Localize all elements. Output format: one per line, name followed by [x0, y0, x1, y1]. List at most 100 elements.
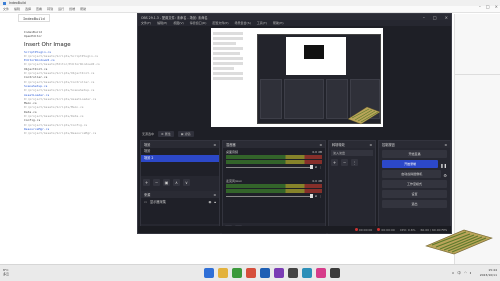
obs-titlebar: OBS 29.1.3 - 配置文件: 未命名 - 场景: 未命名 – □ × — [138, 14, 451, 20]
chevron-up-icon[interactable]: ∧ — [452, 271, 455, 276]
editor-menu-item[interactable]: 选择 — [25, 7, 31, 11]
live-dot-icon — [354, 227, 358, 231]
controls-dock-header: 控制按钮 ≡ — [379, 141, 450, 148]
remove-icon[interactable]: − — [341, 159, 348, 166]
move-up-icon[interactable]: ∧ — [173, 178, 180, 186]
app-icon[interactable] — [316, 268, 326, 278]
start-recording-button[interactable]: 开始录制 — [382, 160, 439, 168]
start-virtual-camera-button[interactable]: 启动虚拟摄像机 — [382, 170, 442, 178]
properties-button[interactable]: ⚙ 属性 — [158, 131, 174, 137]
obs-menu-help[interactable]: 帮助(H) — [273, 21, 284, 25]
editor-menu-item[interactable]: 编辑 — [14, 7, 20, 11]
speaker-icon[interactable]: 🔊︎ — [315, 194, 317, 198]
more-options-icon[interactable]: ⋮ — [351, 159, 358, 166]
editor-side-panel: – □ × — [454, 4, 500, 264]
volume-row: 🔊︎ ⋮ — [226, 194, 322, 198]
obs-menu-docks[interactable]: 停靠窗口(D) — [190, 21, 207, 25]
speaker-icon[interactable]: 🔊︎ — [315, 165, 317, 169]
close-icon[interactable]: × — [495, 4, 498, 9]
add-icon[interactable]: + — [331, 159, 338, 166]
filter-icon[interactable]: ▣ — [163, 178, 170, 186]
gear-icon: ⚙ — [161, 132, 164, 136]
windows-start-icon[interactable] — [204, 268, 214, 278]
maximize-icon[interactable]: □ — [486, 4, 490, 9]
weather-widget[interactable]: 8°C 多云 — [3, 268, 9, 276]
editor-menu-item[interactable]: 终端 — [69, 7, 75, 11]
minimize-icon[interactable]: – — [423, 15, 425, 20]
dock-menu-icon[interactable]: ≡ — [444, 143, 447, 147]
app-icon[interactable] — [302, 268, 312, 278]
browser-icon[interactable] — [246, 268, 256, 278]
editor-window-controls: – □ × — [479, 4, 498, 9]
editor-menu-item[interactable]: 查看 — [36, 7, 42, 11]
move-down-icon[interactable]: ∨ — [183, 178, 190, 186]
wifi-icon[interactable]: ◠ — [464, 271, 467, 276]
dock-menu-icon[interactable]: ≡ — [319, 143, 322, 147]
language-indicator[interactable]: 中 — [457, 271, 461, 276]
minimize-icon[interactable]: – — [479, 4, 481, 9]
more-options-icon[interactable]: ⋮ — [319, 165, 322, 169]
filter-icon: ▣ — [180, 132, 184, 136]
scene-item-selected[interactable]: 场景 2 — [141, 155, 219, 162]
filters-label: 滤镜 — [184, 132, 191, 136]
store-icon[interactable] — [260, 268, 270, 278]
obs-menu-profile[interactable]: 配置文件(P) — [212, 21, 228, 25]
add-icon[interactable]: + — [143, 178, 150, 186]
settings-button[interactable]: 设置 — [382, 190, 447, 198]
editor-menu-item[interactable]: 转到 — [47, 7, 53, 11]
sources-list: ▭ 显示器采集 ◉ 🔒︎ — [141, 198, 219, 224]
visibility-icon[interactable]: ◉ — [209, 200, 212, 204]
exit-button[interactable]: 退出 — [382, 200, 447, 208]
obs-menu-file[interactable]: 文件(F) — [141, 21, 151, 25]
rec-time: 00:00:00 — [381, 227, 395, 232]
maximize-icon[interactable]: □ — [433, 15, 437, 20]
editor-menu-item[interactable]: 文件 — [3, 7, 9, 11]
volume-slider[interactable] — [226, 194, 314, 198]
volume-knob[interactable] — [310, 165, 314, 169]
dock-menu-icon[interactable]: ≡ — [369, 143, 372, 147]
start-streaming-button[interactable]: 开始直播 — [382, 150, 447, 158]
section-heading: Insert Ohr Image — [24, 41, 71, 48]
editor-content: IndexBuild OpenEditor Insert Ohr Image Scri… — [24, 30, 134, 136]
taskbar-apps — [204, 268, 340, 278]
pause-icon[interactable]: ❚❚ — [440, 163, 447, 168]
live-time: 00:00:00 — [358, 227, 373, 232]
obs-window: OBS 29.1.3 - 配置文件: 未命名 - 场景: 未命名 – □ × 文… — [137, 13, 452, 234]
preview-nested-panel — [260, 79, 282, 119]
mail-icon[interactable] — [274, 268, 284, 278]
obs-menu-scene-collection[interactable]: 场景集合(S) — [235, 21, 251, 25]
close-icon[interactable]: × — [445, 15, 448, 20]
editor-menu-item[interactable]: 运行 — [58, 7, 64, 11]
recording-row: 开始录制 ❚❚ — [379, 160, 450, 170]
mixer-channels: 桌面音频 0.0 dB 🔊︎ ⋮ 麦克风/Aux 0.0 dB 🔊︎ ⋮ — [223, 148, 325, 223]
obs-menu-edit[interactable]: 编辑(E) — [157, 21, 167, 25]
obs-menu-tools[interactable]: 工具(T) — [257, 21, 267, 25]
app-icon[interactable] — [330, 268, 340, 278]
scene-item[interactable]: 场景 — [141, 148, 219, 155]
terminal-icon[interactable] — [288, 268, 298, 278]
gear-icon[interactable]: ⚙ — [443, 173, 447, 178]
transition-select[interactable]: 淡入淡出 — [331, 150, 373, 156]
preview-nested-panel — [284, 79, 324, 119]
obs-preview[interactable] — [211, 28, 383, 127]
speaker-icon[interactable]: 🔈︎ — [470, 271, 472, 276]
file-explorer-icon[interactable] — [232, 268, 242, 278]
search-icon[interactable] — [218, 268, 228, 278]
editor-menu-item[interactable]: 帮助 — [80, 7, 86, 11]
dock-menu-icon[interactable]: ≡ — [213, 143, 216, 147]
filters-button[interactable]: ▣ 滤镜 — [177, 131, 194, 137]
remove-icon[interactable]: − — [153, 178, 160, 186]
lock-icon[interactable]: 🔒︎ — [214, 200, 216, 204]
preview-nested-black — [304, 45, 324, 59]
more-options-icon[interactable]: ⋮ — [319, 194, 322, 198]
clock[interactable]: 15:44 2023/10/11 — [480, 268, 497, 277]
source-item[interactable]: ▭ 显示器采集 ◉ 🔒︎ — [141, 198, 219, 205]
editor-tab[interactable]: IndexBuild — [18, 14, 50, 22]
volume-slider[interactable] — [226, 165, 314, 169]
obs-menu-view[interactable]: 视图(V) — [173, 21, 183, 25]
studio-mode-button[interactable]: 工作室模式 — [382, 180, 447, 188]
controls-dock: 控制按钮 ≡ 开始直播 开始录制 ❚❚ 启动虚拟摄像机 ⚙ 工作室模式 设置 退… — [378, 140, 451, 234]
volume-knob[interactable] — [310, 194, 314, 198]
channel-db: 0.0 dB — [312, 150, 322, 154]
dock-menu-icon[interactable]: ≡ — [213, 193, 216, 197]
